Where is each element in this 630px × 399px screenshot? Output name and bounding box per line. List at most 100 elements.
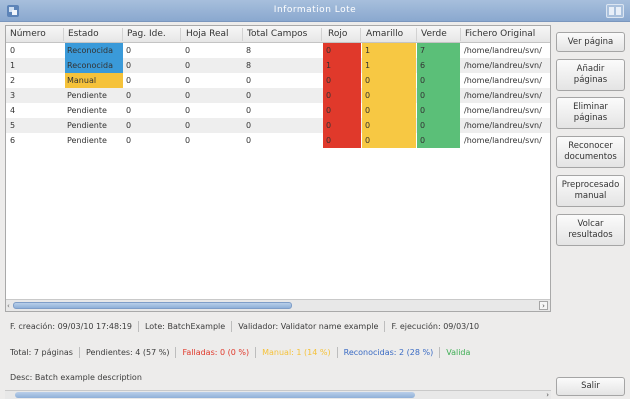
cell-numero: 2 (10, 76, 16, 85)
cell-rojo: 0 (323, 88, 361, 103)
maximize-icon (609, 7, 614, 15)
table-row[interactable]: 5 Pendiente 0 0 0 0 0 0 /home/landreu/sv… (6, 118, 550, 133)
cell-hoja-real: 0 (185, 61, 191, 70)
cell-estado: Pendiente (67, 91, 107, 100)
cell-amarillo: 1 (362, 43, 416, 58)
stat-pendientes: Pendientes: 4 (57 %) (85, 348, 170, 357)
cell-pag-ide: 0 (126, 76, 132, 85)
cell-verde: 0 (417, 103, 460, 118)
anadir-paginas-button[interactable]: Añadir páginas (556, 59, 625, 91)
execution-date: F. ejecución: 09/03/10 (391, 322, 480, 331)
header-verde[interactable]: Verde (421, 29, 447, 39)
cell-total-campos: 0 (246, 136, 252, 145)
maximize-button[interactable] (606, 4, 624, 18)
ver-pagina-button[interactable]: Ver página (556, 32, 625, 52)
cell-hoja-real: 0 (185, 136, 191, 145)
scroll-right-icon[interactable]: › (546, 391, 549, 399)
cell-rojo: 0 (323, 103, 361, 118)
cell-total-campos: 0 (246, 91, 252, 100)
table-row[interactable]: 1 Reconocida 0 0 8 1 1 6 /home/landreu/s… (6, 58, 550, 73)
volcar-resultados-button[interactable]: Volcar resultados (556, 214, 625, 246)
table-horizontal-scrollbar[interactable]: ‹ › (6, 299, 550, 311)
table-row[interactable]: 2 Manual 0 0 0 0 0 0 /home/landreu/svn/ (6, 73, 550, 88)
info-horizontal-scrollbar[interactable]: › (5, 390, 551, 399)
cell-fichero: /home/landreu/svn/ (464, 121, 542, 130)
cell-total-campos: 0 (246, 76, 252, 85)
cell-estado: Pendiente (67, 106, 107, 115)
cell-pag-ide: 0 (126, 121, 132, 130)
batch-description: Desc: Batch example description (5, 368, 551, 388)
cell-pag-ide: 0 (126, 106, 132, 115)
cell-total-campos: 0 (246, 121, 252, 130)
table-row[interactable]: 4 Pendiente 0 0 0 0 0 0 /home/landreu/sv… (6, 103, 550, 118)
scrollbar-thumb[interactable] (15, 392, 415, 398)
cell-verde: 6 (417, 58, 460, 73)
header-fichero-original[interactable]: Fichero Original (465, 29, 535, 39)
header-pag-ide[interactable]: Pag. Ide. (127, 29, 166, 39)
cell-hoja-real: 0 (185, 106, 191, 115)
table-body: 0 Reconocida 0 0 8 0 1 7 /home/landreu/s… (6, 43, 550, 148)
cell-rojo: 0 (323, 133, 361, 148)
cell-amarillo: 1 (362, 58, 416, 73)
salir-button[interactable]: Salir (556, 377, 625, 396)
reconocer-documentos-button[interactable]: Reconocer documentos (556, 136, 625, 168)
preprocesado-manual-button[interactable]: Preprocesado manual (556, 175, 625, 207)
cell-total-campos: 8 (246, 61, 252, 70)
lote-window: Information Lote Número Estado Pag. Ide.… (0, 0, 630, 399)
header-total-campos[interactable]: Total Campos (247, 29, 307, 39)
header-numero[interactable]: Número (10, 29, 46, 39)
title-bar[interactable]: Information Lote (0, 0, 630, 22)
cell-pag-ide: 0 (126, 136, 132, 145)
scroll-right-icon[interactable]: › (539, 301, 548, 310)
cell-fichero: /home/landreu/svn/ (464, 91, 542, 100)
stat-total: Total: 7 páginas (10, 348, 73, 357)
scrollbar-thumb[interactable] (13, 302, 292, 309)
cell-total-campos: 8 (246, 46, 252, 55)
stat-falladas: Falladas: 0 (0 %) (182, 348, 250, 357)
table-row[interactable]: 0 Reconocida 0 0 8 0 1 7 /home/landreu/s… (6, 43, 550, 58)
cell-estado: Reconocida (65, 43, 123, 58)
creation-date: F. creación: 09/03/10 17:48:19 (10, 322, 132, 331)
cell-numero: 0 (10, 46, 16, 55)
table-row[interactable]: 3 Pendiente 0 0 0 0 0 0 /home/landreu/sv… (6, 88, 550, 103)
header-amarillo[interactable]: Amarillo (366, 29, 403, 39)
cell-fichero: /home/landreu/svn/ (464, 76, 542, 85)
cell-pag-ide: 0 (126, 46, 132, 55)
cell-amarillo: 0 (362, 133, 416, 148)
eliminar-paginas-button[interactable]: Eliminar páginas (556, 97, 625, 129)
cell-fichero: /home/landreu/svn/ (464, 61, 542, 70)
cell-estado: Manual (65, 73, 123, 88)
cell-estado: Pendiente (67, 136, 107, 145)
cell-hoja-real: 0 (185, 121, 191, 130)
description-text: Desc: Batch example description (10, 373, 142, 382)
cell-amarillo: 0 (362, 118, 416, 133)
cell-estado: Pendiente (67, 121, 107, 130)
stat-validadas: Valida (446, 348, 471, 357)
cell-verde: 0 (417, 133, 460, 148)
header-hoja-real[interactable]: Hoja Real (186, 29, 229, 39)
restore-icon (616, 7, 621, 15)
cell-hoja-real: 0 (185, 46, 191, 55)
stat-manual: Manual: 1 (14 %) (262, 348, 331, 357)
cell-amarillo: 0 (362, 103, 416, 118)
cell-numero: 4 (10, 106, 16, 115)
cell-rojo: 0 (323, 43, 361, 58)
cell-verde: 7 (417, 43, 460, 58)
cell-numero: 5 (10, 121, 16, 130)
cell-hoja-real: 0 (185, 76, 191, 85)
batch-name: Lote: BatchExample (144, 322, 226, 331)
table-header: Número Estado Pag. Ide. Hoja Real Total … (6, 26, 550, 43)
cell-verde: 0 (417, 88, 460, 103)
cell-fichero: /home/landreu/svn/ (464, 136, 542, 145)
table-row[interactable]: 6 Pendiente 0 0 0 0 0 0 /home/landreu/sv… (6, 133, 550, 148)
header-rojo[interactable]: Rojo (328, 29, 347, 39)
scroll-left-icon[interactable]: ‹ (7, 302, 10, 310)
batch-info-line: F. creación: 09/03/10 17:48:19 Lote: Batc… (5, 317, 551, 337)
cell-rojo: 1 (323, 58, 361, 73)
window-title: Information Lote (273, 5, 357, 15)
batch-stats-line: Total: 7 páginas Pendientes: 4 (57 %) Fall… (5, 343, 551, 363)
header-estado[interactable]: Estado (68, 29, 99, 39)
stat-reconocidas: Reconocidas: 2 (28 %) (343, 348, 434, 357)
pages-table[interactable]: Número Estado Pag. Ide. Hoja Real Total … (5, 25, 551, 312)
cell-fichero: /home/landreu/svn/ (464, 46, 542, 55)
